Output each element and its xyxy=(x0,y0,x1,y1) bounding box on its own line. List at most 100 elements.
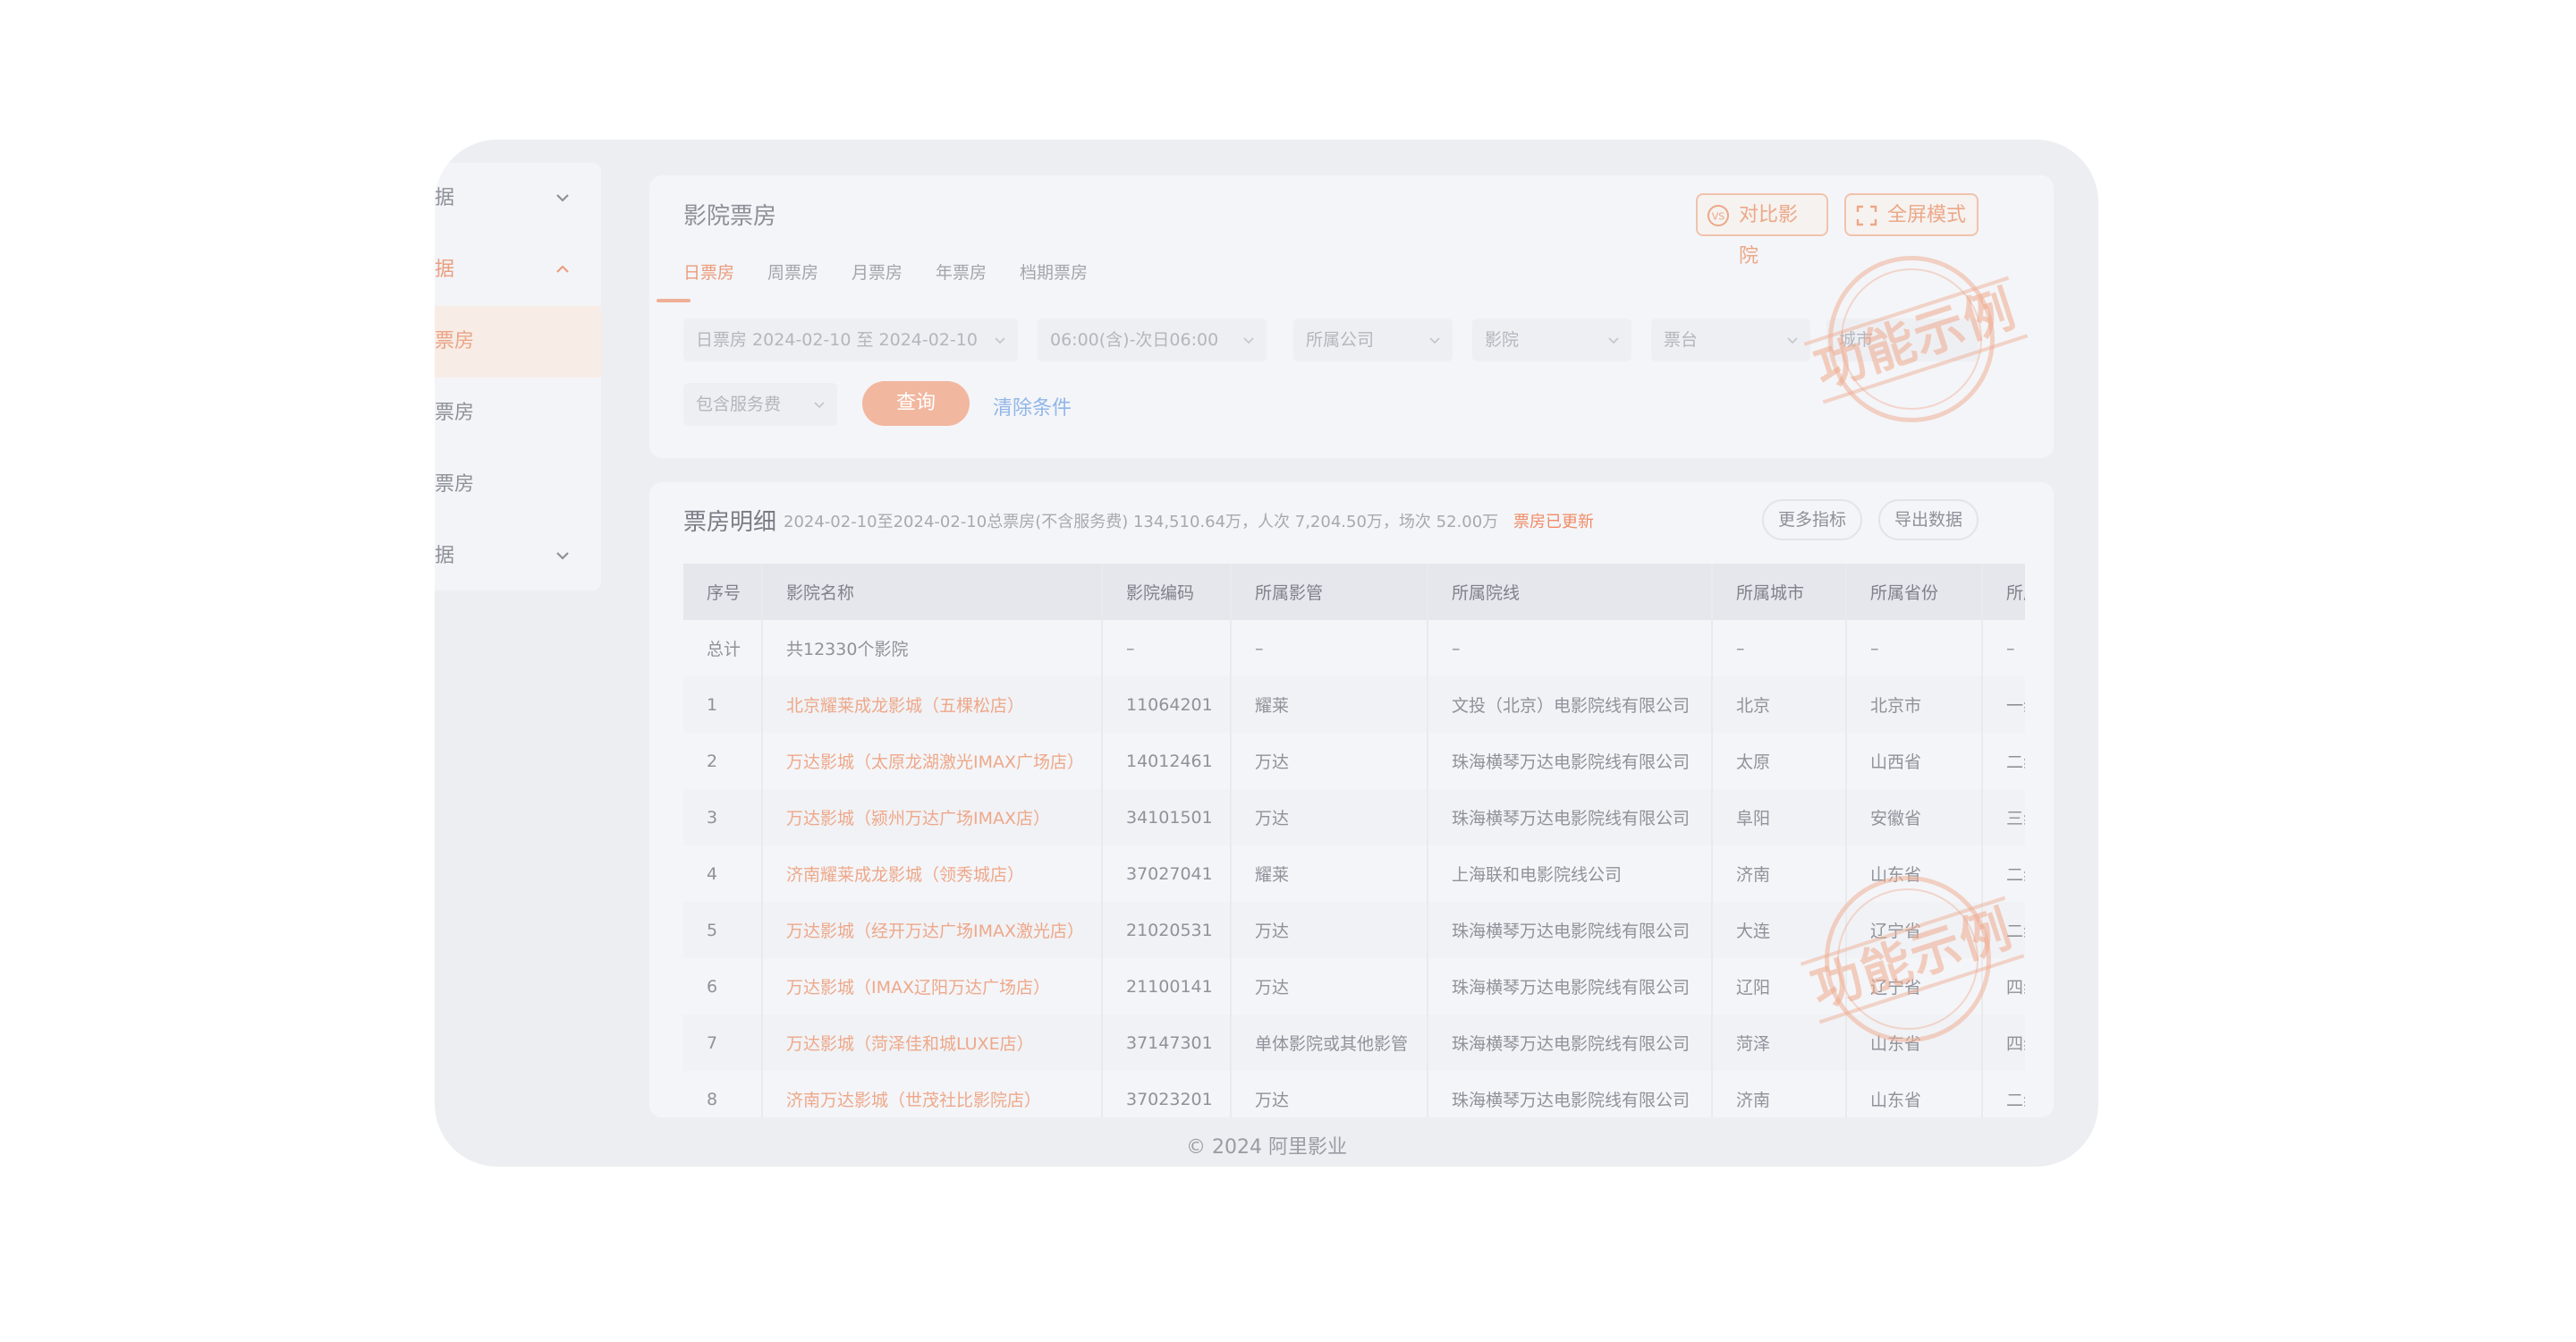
tab-season[interactable]: 档期票房 xyxy=(1020,259,1088,284)
table-cell: 5 xyxy=(683,902,762,958)
cinema-name-link[interactable]: 万达影城（经开万达广场IMAX激光店） xyxy=(761,902,1102,958)
chevron-down-icon xyxy=(1243,337,1254,344)
chevron-down-icon xyxy=(1787,337,1798,344)
cinema-name-link[interactable]: 万达影城（太原龙湖激光IMAX广场店） xyxy=(761,733,1102,789)
sidebar-item-boxoffice-3[interactable]: 票房 xyxy=(435,449,601,521)
table-cell: 山西省 xyxy=(1845,733,1982,789)
table-row-total: 总计 共12330个影院 – – – – – – xyxy=(683,620,2025,676)
table-row: 8 济南万达影城（世茂社比影院店） 37023201 万达 珠海横琴万达电影院线… xyxy=(683,1071,2025,1117)
table-cell: 万达 xyxy=(1230,789,1428,845)
table-cell: 珠海横琴万达电影院线有限公司 xyxy=(1427,1015,1712,1071)
table-cell: 34101501 xyxy=(1101,789,1231,845)
cinema-name-link[interactable]: 济南耀莱成龙影城（领秀城店） xyxy=(761,845,1102,902)
fullscreen-button[interactable]: 全屏模式 xyxy=(1844,193,1979,236)
query-button[interactable]: 查询 xyxy=(862,381,970,426)
table-cell: 文投（北京）电影院线有限公司 xyxy=(1427,676,1712,733)
time-range-select[interactable]: 06:00(含)-次日06:00 xyxy=(1038,319,1267,361)
svg-text:VS: VS xyxy=(1712,211,1725,223)
chevron-down-icon xyxy=(1608,337,1619,344)
table-cell: 万达 xyxy=(1230,733,1428,789)
table-cell: 总计 xyxy=(707,640,741,659)
hall-select[interactable]: 票台 xyxy=(1651,319,1810,361)
table-cell: 万达 xyxy=(1230,902,1428,958)
sidebar-item-cinema-boxoffice[interactable]: 票房 xyxy=(435,306,601,378)
column-header[interactable]: 影院编码 xyxy=(1101,564,1231,620)
detail-title: 票房明细 xyxy=(683,509,777,536)
sidebar-item-label: 票房 xyxy=(435,402,475,424)
sidebar-item-label: 据 xyxy=(435,545,455,567)
table-cell: 耀莱 xyxy=(1230,845,1428,902)
column-header[interactable]: 序号 xyxy=(683,564,762,620)
table-cell: 二线 xyxy=(1981,1071,2025,1117)
sidebar-item-data[interactable]: 据 xyxy=(435,163,601,234)
tab-weekly[interactable]: 周票房 xyxy=(767,259,818,284)
cinema-name-link[interactable]: 万达影城（IMAX辽阳万达广场店） xyxy=(761,958,1102,1015)
column-header[interactable]: 所属省份 xyxy=(1845,564,1982,620)
table-cell: 上海联和电影院线公司 xyxy=(1427,845,1712,902)
table-cell: 北京 xyxy=(1711,676,1846,733)
column-header[interactable]: 所属影管 xyxy=(1230,564,1428,620)
table-cell: 北京市 xyxy=(1845,676,1982,733)
tab-yearly[interactable]: 年票房 xyxy=(936,259,987,284)
company-select[interactable]: 所属公司 xyxy=(1293,319,1453,361)
hall-placeholder: 票台 xyxy=(1664,330,1699,350)
detail-card: 票房明细 2024-02-10至2024-02-10总票房(不含服务费) 134… xyxy=(649,482,2054,1117)
cinema-name-link[interactable]: 济南万达影城（世茂社比影院店） xyxy=(761,1071,1102,1117)
service-fee-select[interactable]: 包含服务费 xyxy=(683,383,837,426)
table-cell: 37023201 xyxy=(1101,1071,1231,1117)
sidebar-item-label: 票房 xyxy=(435,473,475,496)
table-cell: 一线 xyxy=(1981,676,2025,733)
table-cell: 珠海横琴万达电影院线有限公司 xyxy=(1427,958,1712,1015)
chevron-down-icon xyxy=(1429,337,1440,344)
table-cell: 21020531 xyxy=(1101,902,1231,958)
chevron-up-icon xyxy=(556,265,569,273)
sidebar-item-boxoffice-group[interactable]: 据 xyxy=(435,234,601,306)
sidebar: 据 据 票房 票房 票房 据 xyxy=(435,163,601,590)
export-data-button[interactable]: 导出数据 xyxy=(1878,499,1979,540)
company-placeholder: 所属公司 xyxy=(1306,330,1375,350)
table-cell: 珠海横琴万达电影院线有限公司 xyxy=(1427,902,1712,958)
table-cell: 11064201 xyxy=(1101,676,1231,733)
clear-filters-link[interactable]: 清除条件 xyxy=(993,392,1072,420)
table-cell: – xyxy=(1230,620,1428,676)
table-header-row: 序号 影院名称 影院编码 所属影管 所属院线 所属城市 所属省份 所属 xyxy=(683,564,2025,620)
cinema-select[interactable]: 影院 xyxy=(1472,319,1631,361)
column-header[interactable]: 所属 xyxy=(1981,564,2025,620)
watermark-stamp: 功能示例 xyxy=(1800,876,2025,1055)
compare-cinema-label: 对比影院 xyxy=(1739,204,1799,268)
table-cell: 耀莱 xyxy=(1230,676,1428,733)
date-range-select[interactable]: 日票房 2024-02-10 至 2024-02-10 xyxy=(683,319,1018,361)
table-cell: 21100141 xyxy=(1101,958,1231,1015)
sidebar-item-label: 票房 xyxy=(435,330,475,352)
cinema-name-link[interactable]: 万达影城（颍州万达广场IMAX店） xyxy=(761,789,1102,845)
cinema-name-link[interactable]: 万达影城（菏泽佳和城LUXE店） xyxy=(761,1015,1102,1071)
table-cell: 4 xyxy=(707,863,718,884)
table-row: 3 万达影城（颍州万达广场IMAX店） 34101501 万达 珠海横琴万达电影… xyxy=(683,789,2025,845)
table-row: 1 北京耀莱成龙影城（五棵松店） 11064201 耀莱 文投（北京）电影院线有… xyxy=(683,676,2025,733)
fullscreen-icon xyxy=(1856,205,1877,226)
tab-monthly[interactable]: 月票房 xyxy=(852,259,902,284)
sidebar-item-boxoffice-2[interactable]: 票房 xyxy=(435,378,601,449)
column-header[interactable]: 所属院线 xyxy=(1427,564,1712,620)
service-fee-value: 包含服务费 xyxy=(696,395,782,414)
compare-cinema-button[interactable]: VS 对比影院 xyxy=(1696,193,1828,268)
table-row: 2 万达影城（太原龙湖激光IMAX广场店） 14012461 万达 珠海横琴万达… xyxy=(683,733,2025,789)
time-range-value: 06:00(含)-次日06:00 xyxy=(1050,330,1219,350)
column-header[interactable]: 影院名称 xyxy=(761,564,1102,620)
sidebar-item-data-2[interactable]: 据 xyxy=(435,521,601,592)
column-header[interactable]: 所属城市 xyxy=(1711,564,1846,620)
more-metrics-button[interactable]: 更多指标 xyxy=(1762,499,1862,540)
status-badge: 票房已更新 xyxy=(1513,513,1594,531)
table-cell: 2 xyxy=(707,751,718,771)
table-cell: 8 xyxy=(707,1089,718,1109)
chevron-down-icon xyxy=(556,194,569,202)
table-cell: 珠海横琴万达电影院线有限公司 xyxy=(1427,1071,1712,1117)
table-cell: 太原 xyxy=(1711,733,1846,789)
cinema-placeholder: 影院 xyxy=(1485,330,1520,350)
table-cell: 阜阳 xyxy=(1711,789,1846,845)
vs-icon: VS xyxy=(1707,205,1729,226)
tab-daily[interactable]: 日票房 xyxy=(683,259,734,284)
table-cell: 37147301 xyxy=(1101,1015,1231,1071)
footer-copyright: © 2024 阿里影业 xyxy=(1186,1136,1347,1159)
cinema-name-link[interactable]: 北京耀莱成龙影城（五棵松店） xyxy=(761,676,1102,733)
